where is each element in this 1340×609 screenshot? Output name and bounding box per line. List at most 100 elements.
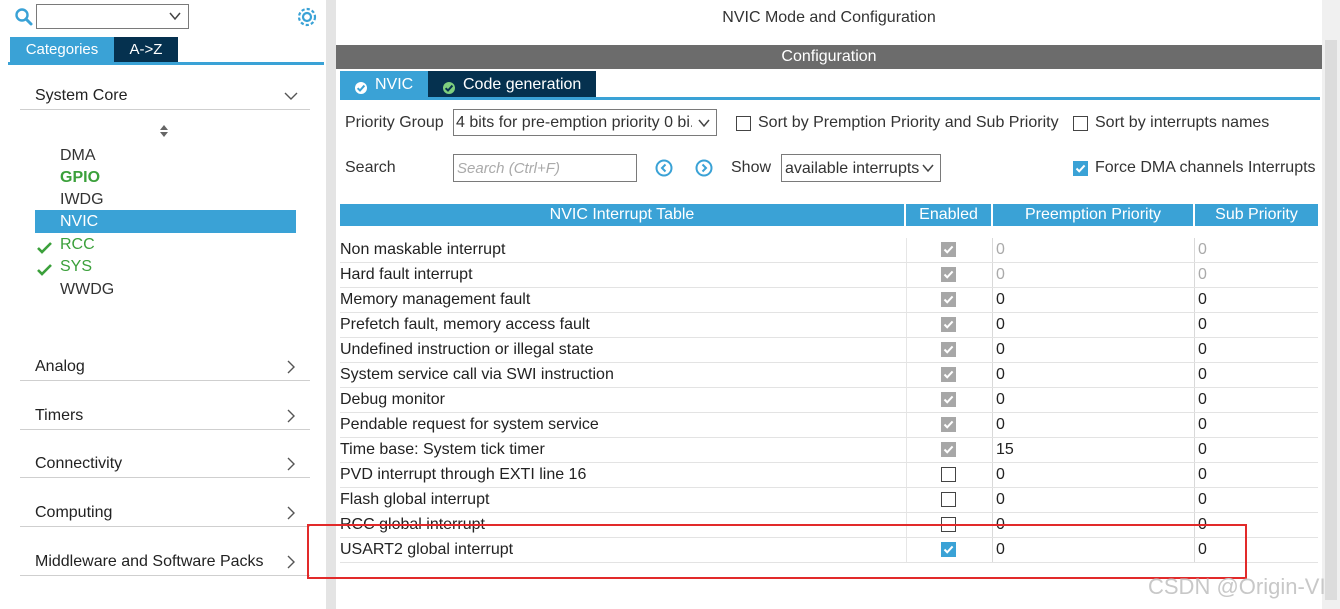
- chevron-right-icon[interactable]: [284, 555, 298, 569]
- priority-group-select[interactable]: 4 bits for pre-emption priority 0 bi..: [453, 109, 717, 136]
- force-dma-checkbox[interactable]: [1073, 161, 1088, 176]
- table-row[interactable]: USART2 global interrupt 0 0: [340, 538, 1318, 563]
- chevron-right-icon[interactable]: [284, 457, 298, 471]
- preemption-priority-cell[interactable]: 0: [992, 388, 1194, 412]
- chevron-down-icon[interactable]: [921, 161, 935, 175]
- preemption-priority-cell[interactable]: 0: [992, 363, 1194, 387]
- preemption-priority-cell[interactable]: 0: [992, 513, 1194, 537]
- preemption-priority-cell[interactable]: 0: [992, 488, 1194, 512]
- enabled-checkbox[interactable]: [941, 517, 956, 532]
- scrollbar-thumb[interactable]: [1325, 40, 1337, 600]
- sort-by-name-label: Sort by interrupts names: [1095, 114, 1270, 131]
- column-header-preemption[interactable]: Preemption Priority: [993, 204, 1193, 226]
- table-row[interactable]: RCC global interrupt 0 0: [340, 513, 1318, 538]
- sort-arrows-icon[interactable]: [158, 124, 170, 138]
- section-analog[interactable]: Analog: [20, 351, 310, 381]
- preemption-priority-cell[interactable]: 0: [992, 538, 1194, 562]
- gear-icon[interactable]: [296, 6, 318, 28]
- search-next-button[interactable]: [695, 159, 713, 177]
- item-label: DMA: [60, 147, 96, 164]
- priority-group-label: Priority Group: [345, 114, 444, 131]
- system-core-item-gpio[interactable]: GPIO: [35, 166, 296, 189]
- enabled-checkbox: [941, 317, 956, 332]
- system-core-item-dma[interactable]: DMA: [35, 144, 296, 167]
- table-row[interactable]: Memory management fault 0 0: [340, 288, 1318, 313]
- sub-priority-cell[interactable]: 0: [1194, 338, 1318, 362]
- table-row[interactable]: Debug monitor 0 0: [340, 388, 1318, 413]
- chevron-down-icon[interactable]: [697, 116, 711, 130]
- preemption-priority-cell[interactable]: 0: [992, 263, 1194, 287]
- interrupt-name: USART2 global interrupt: [340, 541, 514, 558]
- enabled-checkbox: [941, 292, 956, 307]
- preemption-priority-cell[interactable]: 0: [992, 238, 1194, 262]
- table-row[interactable]: Pendable request for system service 0 0: [340, 413, 1318, 438]
- table-row[interactable]: Non maskable interrupt 0 0: [340, 238, 1318, 263]
- table-row[interactable]: PVD interrupt through EXTI line 16 0 0: [340, 463, 1318, 488]
- preemption-priority-cell[interactable]: 0: [992, 463, 1194, 487]
- sub-priority-value: 0: [1198, 441, 1207, 458]
- tab-code-generation[interactable]: Code generation: [428, 71, 596, 98]
- sub-priority-cell[interactable]: 0: [1194, 538, 1318, 562]
- table-row[interactable]: Time base: System tick timer 15 0: [340, 438, 1318, 463]
- preemption-priority-cell[interactable]: 0: [992, 413, 1194, 437]
- chevron-right-icon[interactable]: [284, 506, 298, 520]
- sub-priority-cell[interactable]: 0: [1194, 463, 1318, 487]
- column-header-name[interactable]: NVIC Interrupt Table: [340, 204, 904, 226]
- preemption-priority-cell[interactable]: 0: [992, 313, 1194, 337]
- sub-priority-cell[interactable]: 0: [1194, 388, 1318, 412]
- sub-priority-cell[interactable]: 0: [1194, 313, 1318, 337]
- sort-by-priority-checkbox[interactable]: [736, 116, 751, 131]
- table-row[interactable]: Prefetch fault, memory access fault 0 0: [340, 313, 1318, 338]
- section-middleware[interactable]: Middleware and Software Packs: [20, 546, 310, 576]
- section-connectivity[interactable]: Connectivity: [20, 448, 310, 478]
- tab-categories[interactable]: Categories: [10, 37, 114, 63]
- section-timers[interactable]: Timers: [20, 400, 310, 430]
- tab-a-to-z[interactable]: A->Z: [114, 37, 178, 63]
- search-previous-button[interactable]: [655, 159, 673, 177]
- enabled-checkbox[interactable]: [941, 492, 956, 507]
- table-row[interactable]: System service call via SWI instruction 0…: [340, 363, 1318, 388]
- sub-priority-cell[interactable]: 0: [1194, 288, 1318, 312]
- chevron-down-icon[interactable]: [168, 9, 182, 23]
- preemption-priority-cell[interactable]: 15: [992, 438, 1194, 462]
- category-search-combo[interactable]: [36, 4, 189, 29]
- enabled-checkbox[interactable]: [941, 467, 956, 482]
- preemption-priority-cell[interactable]: 0: [992, 338, 1194, 362]
- preemption-priority-cell[interactable]: 0: [992, 288, 1194, 312]
- sub-priority-cell[interactable]: 0: [1194, 513, 1318, 537]
- system-core-item-sys[interactable]: SYS: [35, 255, 296, 278]
- sub-priority-cell[interactable]: 0: [1194, 238, 1318, 262]
- show-filter-select[interactable]: available interrupts: [781, 154, 941, 182]
- table-row[interactable]: Flash global interrupt 0 0: [340, 488, 1318, 513]
- vertical-scrollbar[interactable]: [1322, 0, 1340, 609]
- system-core-item-wwdg[interactable]: WWDG: [35, 278, 296, 301]
- system-core-item-iwdg[interactable]: IWDG: [35, 188, 296, 211]
- enabled-cell: [906, 413, 991, 437]
- sort-by-name-checkbox[interactable]: [1073, 116, 1088, 131]
- system-core-item-nvic[interactable]: NVIC: [35, 210, 296, 233]
- enabled-checkbox: [941, 442, 956, 457]
- sub-priority-cell[interactable]: 0: [1194, 413, 1318, 437]
- chevron-right-icon[interactable]: [284, 409, 298, 423]
- sub-priority-cell[interactable]: 0: [1194, 363, 1318, 387]
- sub-priority-cell[interactable]: 0: [1194, 263, 1318, 287]
- sub-priority-cell[interactable]: 0: [1194, 488, 1318, 512]
- table-row[interactable]: Hard fault interrupt 0 0: [340, 263, 1318, 288]
- section-system-core[interactable]: System Core: [20, 80, 310, 110]
- system-core-item-rcc[interactable]: RCC: [35, 233, 296, 256]
- search-icon[interactable]: [14, 7, 34, 27]
- column-header-enabled[interactable]: Enabled: [906, 204, 991, 226]
- table-row[interactable]: Undefined instruction or illegal state 0 0: [340, 338, 1318, 363]
- watermark: CSDN @Origin-VI: [1148, 574, 1326, 599]
- search-input[interactable]: [453, 154, 637, 182]
- enabled-cell: [906, 338, 991, 362]
- section-computing[interactable]: Computing: [20, 497, 310, 527]
- tab-nvic[interactable]: NVIC: [340, 71, 428, 98]
- preemption-priority-value: 0: [996, 291, 1005, 308]
- panel-splitter[interactable]: [326, 0, 336, 609]
- chevron-right-icon[interactable]: [284, 360, 298, 374]
- column-header-sub-priority[interactable]: Sub Priority: [1195, 204, 1318, 226]
- sub-priority-cell[interactable]: 0: [1194, 438, 1318, 462]
- chevron-down-icon[interactable]: [284, 89, 298, 103]
- enabled-checkbox[interactable]: [941, 542, 956, 557]
